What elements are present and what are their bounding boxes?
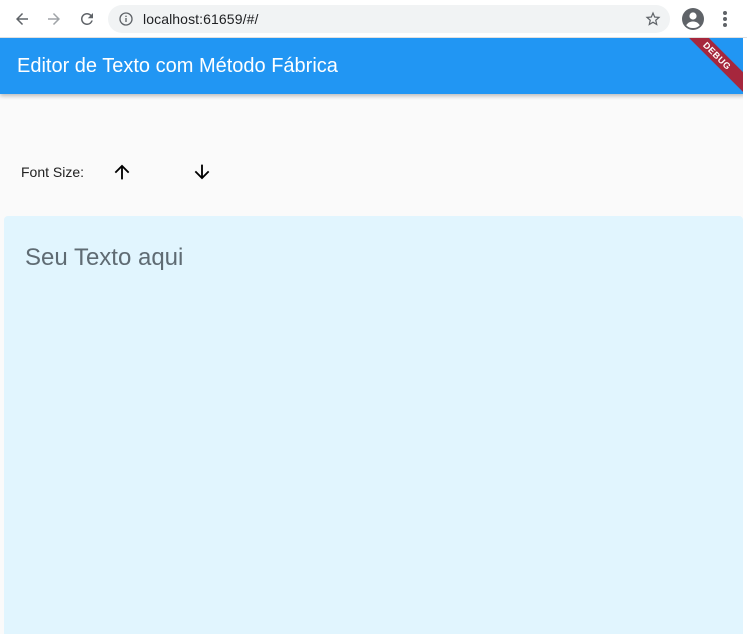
forward-button[interactable] <box>42 7 66 31</box>
debug-banner: DEBUG <box>676 38 743 97</box>
font-size-label: Font Size: <box>21 164 85 180</box>
arrow-up-icon <box>114 164 130 180</box>
account-icon[interactable] <box>681 7 705 31</box>
reload-button[interactable] <box>75 7 99 31</box>
arrow-down-icon <box>194 164 210 180</box>
forward-arrow-icon <box>48 13 60 25</box>
star-icon[interactable] <box>644 10 662 28</box>
info-icon[interactable] <box>118 11 134 27</box>
back-button[interactable] <box>10 7 34 31</box>
text-input-area[interactable]: Seu Texto aqui <box>4 216 743 634</box>
back-arrow-icon <box>16 13 28 25</box>
page-title: Editor de Texto com Método Fábrica <box>17 55 338 77</box>
address-bar[interactable]: localhost:61659/#/ <box>108 5 670 33</box>
text-placeholder: Seu Texto aqui <box>25 244 184 271</box>
increase-font-button[interactable] <box>108 158 136 186</box>
browser-toolbar: localhost:61659/#/ <box>0 0 747 38</box>
url-text[interactable]: localhost:61659/#/ <box>143 11 258 27</box>
app-bar: Editor de Texto com Método Fábrica DEBUG <box>0 38 743 97</box>
decrease-font-button[interactable] <box>188 158 216 186</box>
app-window: Editor de Texto com Método Fábrica DEBUG… <box>0 38 745 634</box>
more-vert-icon[interactable] <box>715 7 735 31</box>
reload-icon <box>81 12 93 25</box>
